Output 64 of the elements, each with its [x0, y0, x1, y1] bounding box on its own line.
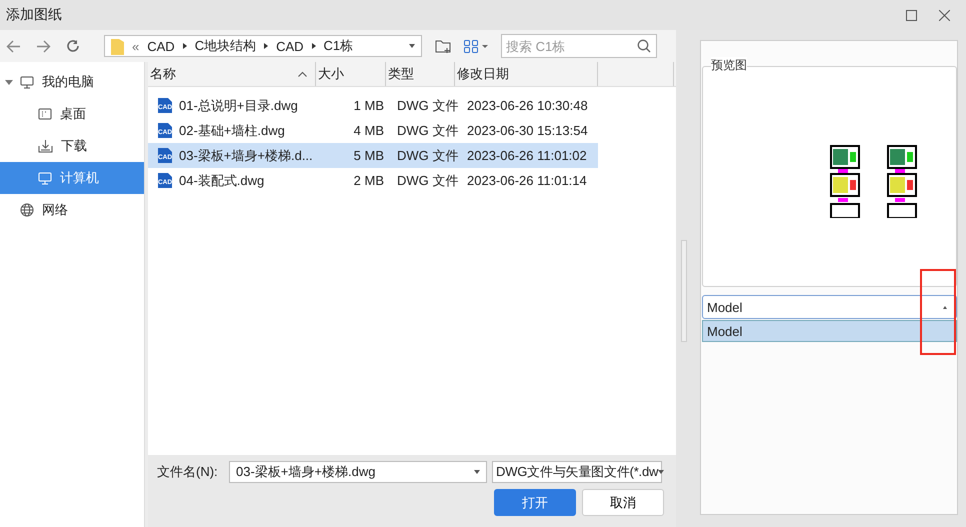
- breadcrumb-item[interactable]: C地块结构: [194, 37, 256, 55]
- layout-dropdown[interactable]: Model: [702, 295, 957, 319]
- breadcrumb-item[interactable]: CAD: [147, 38, 175, 54]
- column-header[interactable]: 大小: [316, 62, 386, 86]
- filename-field[interactable]: 03-梁板+墙身+楼梯.dwg: [229, 461, 487, 483]
- dropdown-caret-icon[interactable]: [474, 470, 480, 474]
- globe-icon: [20, 203, 34, 217]
- sidebar-item[interactable]: 下载: [0, 130, 144, 162]
- breadcrumb-separator-icon: [264, 43, 268, 49]
- preview-title: 预览图: [711, 57, 747, 74]
- folder-icon: [111, 38, 124, 54]
- file-type: DWG 文件: [397, 122, 458, 138]
- dropdown-caret-icon[interactable]: [409, 44, 415, 48]
- file-date: 2023-06-26 10:30:48: [467, 98, 588, 113]
- file-size: 4 MB: [354, 123, 384, 138]
- open-button[interactable]: 打开: [494, 489, 576, 516]
- file-type: DWG 文件: [397, 98, 458, 112]
- file-type: DWG 文件: [397, 148, 458, 162]
- file-date: 2023-06-26 11:01:02: [467, 148, 587, 163]
- dropdown-option[interactable]: Model: [703, 321, 956, 341]
- expand-arrow-icon[interactable]: [5, 80, 13, 84]
- splitter-handle[interactable]: [681, 240, 687, 342]
- sidebar-item[interactable]: 桌面: [0, 98, 144, 130]
- forward-arrow-icon[interactable]: [36, 40, 51, 52]
- file-name: 02-基础+墙柱.dwg: [179, 122, 285, 140]
- refresh-icon[interactable]: [66, 39, 80, 53]
- column-header[interactable]: 修改日期: [455, 62, 598, 86]
- file-size: 1 MB: [354, 98, 384, 113]
- breadcrumb-item[interactable]: CAD: [276, 38, 304, 54]
- file-type-dropdown[interactable]: DWG文件与矢量图文件(*.dw: [492, 461, 662, 483]
- breadcrumb-separator-icon: [312, 43, 316, 49]
- address-bar[interactable]: « CAD C地块结构 CAD C1栋: [104, 35, 422, 57]
- maximize-icon[interactable]: [906, 10, 917, 20]
- file-size: 5 MB: [354, 148, 384, 163]
- dropdown-caret-icon[interactable]: [658, 470, 664, 474]
- new-folder-icon[interactable]: [435, 38, 452, 54]
- file-date: 2023-06-26 11:01:14: [467, 173, 587, 188]
- cancel-button[interactable]: 取消: [582, 489, 664, 516]
- sidebar-item[interactable]: 计算机: [0, 162, 144, 194]
- window-title: 添加图纸: [6, 6, 63, 24]
- breadcrumb-separator-icon: [182, 43, 187, 49]
- download-icon: [38, 139, 53, 153]
- monitor-icon: [38, 172, 52, 184]
- view-grid-icon[interactable]: [464, 40, 489, 52]
- dropdown-caret-icon[interactable]: [943, 306, 947, 308]
- sidebar-item[interactable]: 我的电脑: [0, 66, 144, 98]
- file-name: 04-装配式.dwg: [179, 172, 264, 190]
- file-type: DWG 文件: [397, 172, 458, 188]
- desktop-icon: [38, 108, 52, 120]
- breadcrumb-overflow[interactable]: «: [132, 38, 140, 54]
- close-icon[interactable]: [939, 10, 950, 20]
- monitor-icon: [20, 76, 34, 88]
- back-arrow-icon[interactable]: [6, 40, 21, 52]
- file-name: 03-梁板+墙身+楼梯.d...: [179, 146, 313, 164]
- sidebar-item[interactable]: 网络: [0, 194, 144, 226]
- file-size: 2 MB: [354, 173, 384, 188]
- search-icon[interactable]: [637, 39, 651, 53]
- column-header[interactable]: 名称: [148, 62, 316, 86]
- file-name: 01-总说明+目录.dwg: [179, 96, 298, 114]
- file-date: 2023-06-30 15:13:54: [467, 123, 588, 138]
- search-field[interactable]: 搜索 C1栋: [501, 34, 657, 58]
- breadcrumb-item[interactable]: C1栋: [324, 37, 354, 55]
- filename-label: 文件名(N):: [157, 463, 219, 481]
- column-header[interactable]: 类型: [386, 62, 455, 86]
